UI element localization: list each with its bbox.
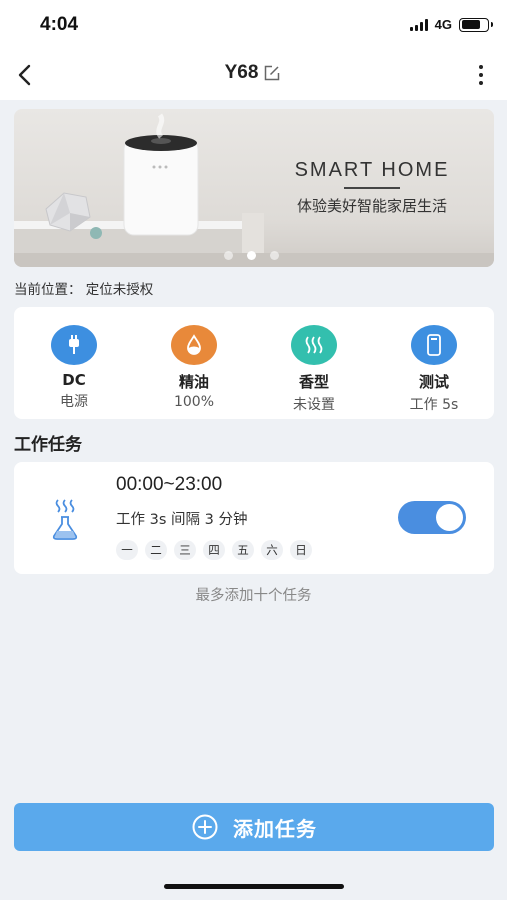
- device-title: Y68: [224, 62, 259, 83]
- task-card[interactable]: 00:00~23:00 工作 3s 间隔 3 分钟 一 二 三 四 五 六 日: [14, 462, 494, 574]
- info-value: 100%: [173, 394, 215, 410]
- more-options-button[interactable]: [471, 62, 491, 88]
- scent-waves-icon: [291, 325, 337, 365]
- info-label: 测试: [418, 373, 449, 391]
- carousel-dots: [224, 251, 279, 260]
- add-task-label: 添加任务: [233, 816, 317, 841]
- info-value: 工作 5s: [409, 397, 459, 413]
- nav-bar: Y68: [0, 50, 507, 100]
- info-label: DC: [62, 371, 86, 389]
- tasks-section-title: 工作任务: [14, 435, 82, 455]
- weekday-fri: 五: [232, 540, 254, 560]
- task-description: 工作 3s 间隔 3 分钟: [116, 512, 248, 528]
- task-weekdays: 一 二 三 四 五 六 日: [116, 540, 312, 560]
- info-label: 香型: [298, 373, 329, 391]
- carousel-dot[interactable]: [224, 251, 233, 260]
- info-item-scent[interactable]: 香型 未设置: [259, 325, 369, 414]
- device-icon: [411, 325, 457, 365]
- info-item-oil[interactable]: 精油 100%: [139, 325, 249, 410]
- nav-title-group: Y68: [0, 62, 507, 84]
- info-value: 电源: [60, 394, 88, 410]
- banner-product-image: [14, 113, 494, 267]
- carousel-dot[interactable]: [270, 251, 279, 260]
- banner-divider: [344, 187, 400, 189]
- weekday-sun: 日: [290, 540, 312, 560]
- task-limit-hint: 最多添加十个任务: [195, 588, 312, 604]
- banner-heading: SMART HOME: [294, 159, 450, 181]
- signal-icon: [409, 18, 428, 31]
- network-type: 4G: [434, 17, 452, 32]
- weekday-thu: 四: [203, 540, 225, 560]
- task-enable-toggle[interactable]: [398, 501, 466, 534]
- promo-banner[interactable]: SMART HOME 体验美好智能家居生活: [14, 109, 494, 267]
- plus-circle-icon: [192, 814, 218, 840]
- info-item-test[interactable]: 测试 工作 5s: [379, 325, 489, 414]
- info-value: 未设置: [293, 397, 335, 413]
- weekday-wed: 三: [174, 540, 196, 560]
- device-info-card: DC 电源 精油 100% 香型 未设置 测试 工作 5s: [14, 307, 494, 419]
- more-vertical-icon: [479, 65, 483, 69]
- battery-icon: [459, 17, 493, 32]
- status-bar: 4:04 4G: [0, 0, 507, 50]
- add-task-button[interactable]: 添加任务: [14, 803, 494, 851]
- info-label: 精油: [178, 373, 209, 391]
- weekday-mon: 一: [116, 540, 138, 560]
- info-item-power[interactable]: DC 电源: [19, 325, 129, 411]
- oil-drop-icon: [171, 325, 217, 365]
- plug-icon: [51, 325, 97, 365]
- weekday-sat: 六: [261, 540, 283, 560]
- banner-subtitle: 体验美好智能家居生活: [296, 197, 447, 215]
- location-status[interactable]: 当前位置： 定位未授权: [14, 278, 153, 298]
- task-time-range: 00:00~23:00: [116, 474, 223, 495]
- edit-icon[interactable]: [262, 63, 282, 83]
- status-indicators: 4G: [409, 17, 493, 32]
- home-indicator[interactable]: [164, 884, 344, 889]
- weekday-tue: 二: [145, 540, 167, 560]
- diffuser-flask-icon: [52, 499, 78, 540]
- status-time: 4:04: [40, 14, 79, 35]
- carousel-dot-active[interactable]: [247, 251, 256, 260]
- toggle-knob: [436, 504, 463, 531]
